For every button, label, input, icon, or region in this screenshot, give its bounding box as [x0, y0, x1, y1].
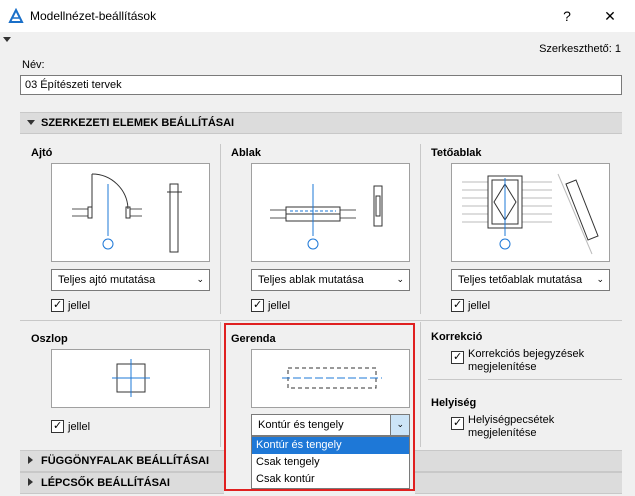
window-title: Modellnézet-beállítások [30, 9, 157, 23]
skylight-dropdown[interactable]: Teljes tetőablak mutatása ⌄ [451, 269, 610, 291]
correction-checkbox[interactable]: ✓ [451, 351, 464, 364]
window-preview [251, 163, 410, 262]
column-preview [51, 349, 210, 408]
window-dropdown[interactable]: Teljes ablak mutatása ⌄ [251, 269, 410, 291]
separator [428, 379, 622, 380]
separator [20, 320, 622, 321]
checkmark-icon: ✓ [53, 299, 63, 311]
separator [420, 322, 421, 447]
chevron-down-icon: ⌄ [396, 274, 404, 284]
help-button[interactable]: ? [557, 6, 577, 26]
location-checkbox[interactable]: ✓ [451, 417, 464, 430]
expand-right-icon [28, 478, 33, 486]
window-check-label: jellel [268, 300, 291, 312]
skylight-checkbox[interactable]: ✓ [451, 299, 464, 312]
section-structural-label: SZERKEZETI ELEMEK BEÁLLÍTÁSAI [41, 117, 235, 129]
separator [220, 322, 221, 447]
correction-check-label: Korrekciós bejegyzések megjelenítése [468, 348, 585, 373]
section-stairs-header-right[interactable] [415, 472, 622, 494]
archicad-icon [8, 7, 24, 24]
name-input[interactable]: 03 Építészeti tervek [20, 75, 622, 95]
door-checkbox[interactable]: ✓ [51, 299, 64, 312]
door-title: Ajtó [31, 147, 53, 159]
column-check-label: jellel [68, 421, 91, 433]
expand-down-icon [27, 120, 35, 125]
skylight-title: Tetőablak [431, 147, 482, 159]
editable-count: Szerkeszthető: 1 [539, 43, 621, 55]
location-check-label: Helyiségpecsétek megjelenítése [468, 414, 555, 439]
chevron-down-icon: ⌄ [596, 274, 604, 284]
collapse-arrow-icon[interactable] [3, 37, 11, 42]
window-dropdown-value: Teljes ablak mutatása [258, 274, 364, 286]
chevron-down-icon: ⌄ [196, 274, 204, 284]
skylight-preview [451, 163, 610, 262]
correction-title: Korrekció [431, 331, 483, 343]
section-curtain-label: FÜGGÖNYFALAK BEÁLLÍTÁSAI [41, 455, 210, 467]
door-preview [51, 163, 210, 262]
skylight-check-label: jellel [468, 300, 491, 312]
window-title-label: Ablak [231, 147, 261, 159]
separator [420, 144, 421, 314]
expand-right-icon [28, 456, 33, 464]
checkmark-icon: ✓ [453, 299, 463, 311]
separator [220, 144, 221, 314]
checkmark-icon: ✓ [53, 420, 63, 432]
close-button[interactable]: ✕ [600, 6, 620, 26]
column-title: Oszlop [31, 333, 68, 345]
door-dropdown[interactable]: Teljes ajtó mutatása ⌄ [51, 269, 210, 291]
door-check-label: jellel [68, 300, 91, 312]
section-curtain-header-right[interactable] [415, 450, 622, 472]
skylight-dropdown-value: Teljes tetőablak mutatása [458, 274, 583, 286]
name-label: Név: [22, 59, 45, 71]
window-checkbox[interactable]: ✓ [251, 299, 264, 312]
checkmark-icon: ✓ [453, 417, 463, 429]
checkmark-icon: ✓ [253, 299, 263, 311]
location-title: Helyiség [431, 397, 477, 409]
column-checkbox[interactable]: ✓ [51, 420, 64, 433]
section-stairs-label: LÉPCSŐK BEÁLLÍTÁSAI [41, 477, 170, 489]
door-dropdown-value: Teljes ajtó mutatása [58, 274, 156, 286]
checkmark-icon: ✓ [453, 351, 463, 363]
highlight-frame [224, 323, 415, 491]
